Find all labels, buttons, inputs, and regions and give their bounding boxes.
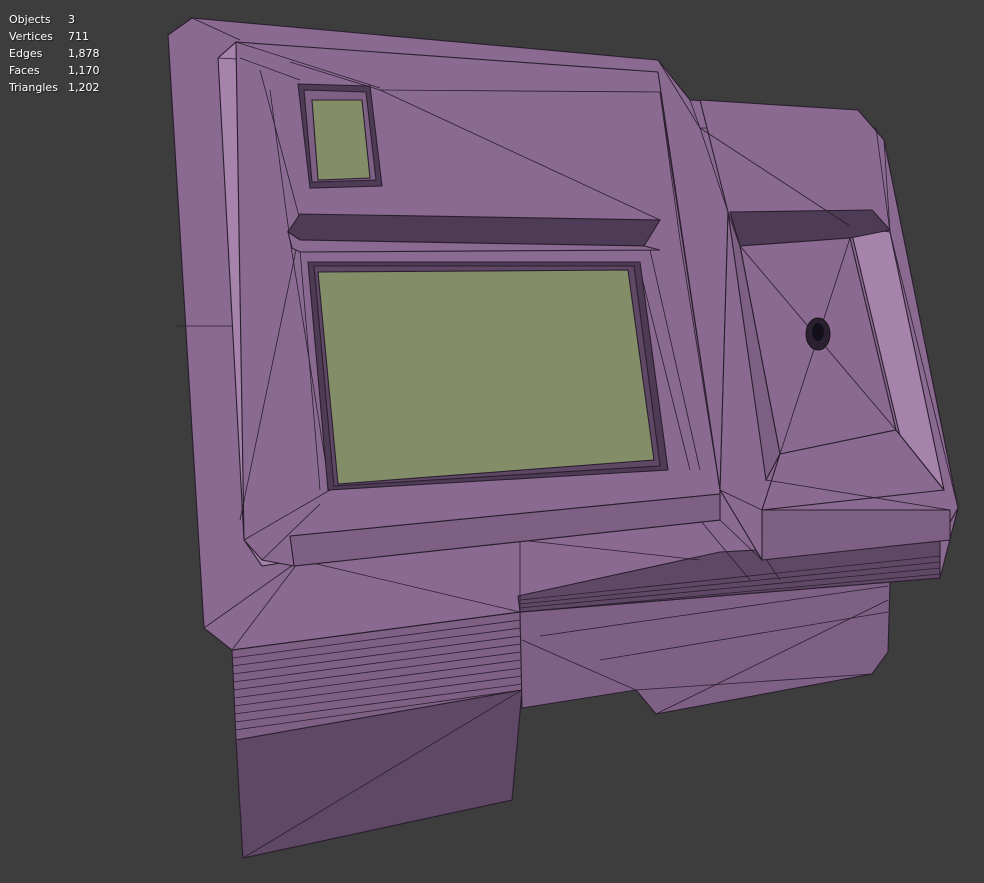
stat-value: 3 xyxy=(68,13,75,26)
right-module xyxy=(699,99,959,561)
small-screen-glass xyxy=(311,99,371,181)
stat-label: Objects xyxy=(9,13,51,26)
stat-edges: Edges 1,878 xyxy=(9,45,100,62)
stat-value: 1,878 xyxy=(68,47,100,60)
3d-viewport[interactable]: Objects 3 Vertices 711 Edges 1,878 Faces… xyxy=(0,0,984,883)
stat-value: 1,170 xyxy=(68,64,100,77)
statistics-overlay: Objects 3 Vertices 711 Edges 1,878 Faces… xyxy=(9,11,100,96)
stat-value: 711 xyxy=(68,30,89,43)
lower-left-block xyxy=(231,611,523,859)
screen-top-shelf xyxy=(287,213,661,253)
stat-label: Faces xyxy=(9,64,40,77)
stat-faces: Faces 1,170 xyxy=(9,62,100,79)
mounting-hole-icon xyxy=(805,317,831,351)
stat-label: Vertices xyxy=(9,30,53,43)
main-screen-glass xyxy=(317,269,655,485)
stat-vertices: Vertices 711 xyxy=(9,28,100,45)
mesh-model[interactable] xyxy=(0,0,984,883)
stat-value: 1,202 xyxy=(68,81,100,94)
stat-label: Triangles xyxy=(9,81,58,94)
stat-objects: Objects 3 xyxy=(9,11,100,28)
stat-triangles: Triangles 1,202 xyxy=(9,79,100,96)
stat-label: Edges xyxy=(9,47,43,60)
